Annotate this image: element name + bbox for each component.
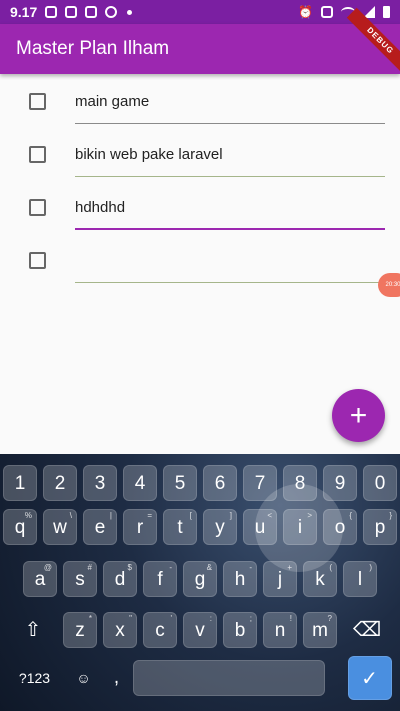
keyboard-qwerty-row: % q \ w | e = r [t ] y < u > i {o } p — [0, 509, 400, 545]
app-bar: Master Plan Ilham DEBUG — [0, 7, 400, 75]
battery-icon — [383, 6, 390, 18]
notification-dot-icon — [127, 9, 133, 15]
done-key-icon[interactable]: ✓ — [347, 656, 392, 700]
floating-bubble[interactable]: 20:30 — [378, 273, 400, 297]
task-text-field[interactable] — [75, 192, 385, 230]
task-checkbox[interactable] — [29, 199, 46, 216]
key-c[interactable]: ' c — [143, 612, 177, 648]
key-m[interactable]: ? m — [303, 612, 337, 648]
key-2[interactable]: 2 — [43, 465, 77, 501]
key-3[interactable]: 3 — [83, 465, 117, 501]
key-8[interactable]: 8 — [283, 465, 317, 501]
key-q[interactable]: % q — [3, 509, 37, 545]
cast-icon — [321, 6, 333, 18]
keyboard-home-row: @ a # s $ d -f & g -h + j (k ) l — [0, 561, 400, 597]
keyboard-function-row: ?123 ☺ , ✓ — [0, 656, 400, 700]
key-9[interactable]: 9 — [323, 465, 357, 501]
key-d[interactable]: $ d — [103, 561, 137, 597]
task-item — [0, 233, 400, 286]
key-k[interactable]: (k — [303, 561, 337, 597]
key-j[interactable]: + j — [263, 561, 297, 597]
key-7[interactable]: 7 — [243, 465, 277, 501]
game-icon — [45, 6, 58, 18]
emoji-key-icon[interactable]: ☺ — [67, 660, 101, 696]
key-p[interactable]: } p — [363, 509, 397, 545]
status-bar: 9.17 ⏰ — [0, 0, 400, 24]
keyboard-bottom-letter-row: ⇧ * z " x ' c :v ; b ! n ? m ⌫ — [0, 612, 400, 648]
key-5[interactable]: 5 — [163, 465, 197, 501]
key-h[interactable]: -h — [223, 561, 257, 597]
key-y[interactable]: ] y — [203, 509, 237, 545]
task-checkbox[interactable] — [29, 252, 46, 269]
alarm-icon: ⏰ — [298, 5, 313, 19]
key-v[interactable]: :v — [183, 612, 217, 648]
key-x[interactable]: " x — [103, 612, 137, 648]
shift-key-icon[interactable]: ⇧ — [9, 612, 57, 648]
key-1[interactable]: 1 — [3, 465, 37, 501]
key-s[interactable]: # s — [63, 561, 97, 597]
calendar-icon — [85, 6, 98, 18]
app-screen: 9.17 ⏰ Master Plan Ilham DEBUG main game… — [0, 0, 400, 711]
task-checkbox[interactable] — [29, 146, 46, 163]
key-z[interactable]: * z — [63, 612, 97, 648]
symbols-key[interactable]: ?123 — [9, 660, 61, 696]
backspace-key-icon[interactable]: ⌫ — [343, 612, 391, 648]
task-checkbox[interactable] — [29, 93, 46, 110]
status-right-icons: ⏰ — [298, 5, 390, 19]
key-n[interactable]: ! n — [263, 612, 297, 648]
key-w[interactable]: \ w — [43, 509, 77, 545]
key-0[interactable]: 0 — [363, 465, 397, 501]
key-f[interactable]: -f — [143, 561, 177, 597]
soft-keyboard: 1 2 3 4 5 6 7 8 9 0 % q \ w | e = r [t ] y < u… — [0, 454, 400, 711]
add-task-button[interactable]: + — [332, 389, 385, 442]
task-list — [0, 74, 400, 286]
task-item — [0, 127, 400, 180]
key-a[interactable]: @ a — [23, 561, 57, 597]
task-text-field[interactable] — [75, 139, 385, 177]
debug-bug-icon — [105, 6, 118, 18]
task-item — [0, 74, 400, 127]
key-r[interactable]: = r — [123, 509, 157, 545]
key-g[interactable]: & g — [183, 561, 217, 597]
status-time: 9.17 — [10, 4, 38, 20]
key-6[interactable]: 6 — [203, 465, 237, 501]
task-item — [0, 180, 400, 233]
task-text-field[interactable] — [75, 245, 385, 283]
key-u[interactable]: < u — [243, 509, 277, 545]
key-b[interactable]: ; b — [223, 612, 257, 648]
space-bar[interactable] — [132, 660, 325, 696]
key-t[interactable]: [t — [163, 509, 197, 545]
page-title: Master Plan Ilham — [16, 38, 170, 59]
task-text-field[interactable] — [75, 86, 385, 124]
keyboard-number-row: 1 2 3 4 5 6 7 8 9 0 — [0, 465, 400, 501]
key-l[interactable]: ) l — [343, 561, 377, 597]
key-i[interactable]: > i — [283, 509, 317, 545]
key-4[interactable]: 4 — [123, 465, 157, 501]
key-e[interactable]: | e — [83, 509, 117, 545]
key-o[interactable]: {o — [323, 509, 357, 545]
comma-key[interactable]: , — [107, 660, 127, 696]
discord-icon — [65, 6, 78, 18]
